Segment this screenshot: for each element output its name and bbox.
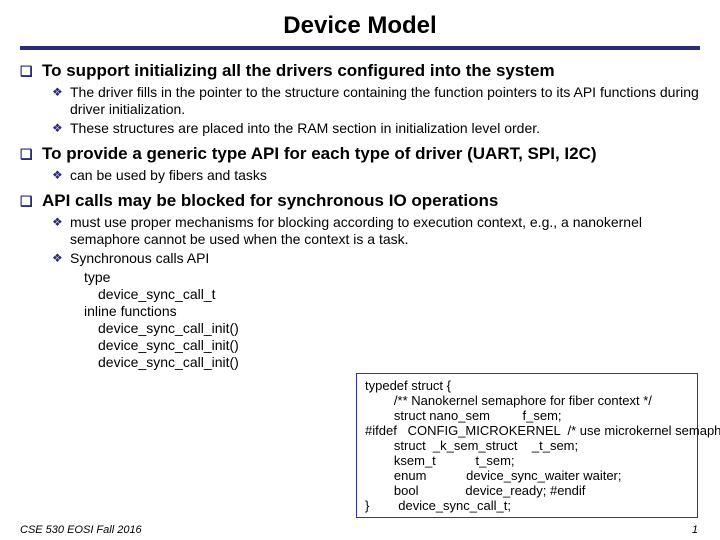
diamond-bullet-icon: ❖	[52, 214, 70, 231]
diamond-bullet-icon: ❖	[52, 120, 70, 137]
page-number: 1	[692, 524, 698, 536]
bullet-text: API calls may be blocked for synchronous…	[42, 190, 700, 212]
code-line: device_sync_call_init()	[84, 354, 700, 371]
code-line: inline functions	[84, 303, 700, 320]
square-bullet-icon: ❑	[20, 143, 42, 165]
code-line: type	[84, 269, 700, 286]
code-line: struct nano_sem f_sem;	[365, 408, 689, 423]
code-line: device_sync_call_init()	[84, 337, 700, 354]
diamond-bullet-icon: ❖	[52, 84, 70, 101]
square-bullet-icon: ❑	[20, 190, 42, 212]
diamond-bullet-icon: ❖	[52, 250, 70, 267]
slide-title: Device Model	[20, 12, 700, 40]
code-line: enum device_sync_waiter waiter;	[365, 468, 689, 483]
bullet-text: To provide a generic type API for each t…	[42, 143, 700, 165]
code-line: bool device_ready; #endif	[365, 483, 689, 498]
title-rule	[20, 46, 700, 50]
code-line: ksem_t t_sem;	[365, 453, 689, 468]
bullet-text: To support initializing all the drivers …	[42, 60, 700, 82]
code-line: /** Nanokernel semaphore for fiber conte…	[365, 393, 689, 408]
code-line: device_sync_call_t	[84, 286, 700, 303]
code-line: } device_sync_call_t;	[365, 498, 689, 513]
code-line: device_sync_call_init()	[84, 320, 700, 337]
sub-bullet-text: These structures are placed into the RAM…	[70, 120, 700, 137]
code-line: typedef struct {	[365, 378, 689, 393]
sub-bullet-text: Synchronous calls API type device_sync_c…	[70, 250, 700, 371]
footer-left: CSE 530 EOSI Fall 2016	[20, 524, 142, 536]
code-line: #ifdef CONFIG_MICROKERNEL /* use microke…	[365, 423, 689, 438]
sub-bullet-text: can be used by fibers and tasks	[70, 167, 700, 184]
diamond-bullet-icon: ❖	[52, 167, 70, 184]
sub-bullet-text: The driver fills in the pointer to the s…	[70, 84, 700, 118]
sub-bullet-text: must use proper mechanisms for blocking …	[70, 214, 700, 248]
code-line: struct _k_sem_struct _t_sem;	[365, 438, 689, 453]
code-box: typedef struct { /** Nanokernel semaphor…	[356, 373, 698, 518]
square-bullet-icon: ❑	[20, 60, 42, 82]
sub-bullet-label: Synchronous calls API	[70, 250, 209, 266]
